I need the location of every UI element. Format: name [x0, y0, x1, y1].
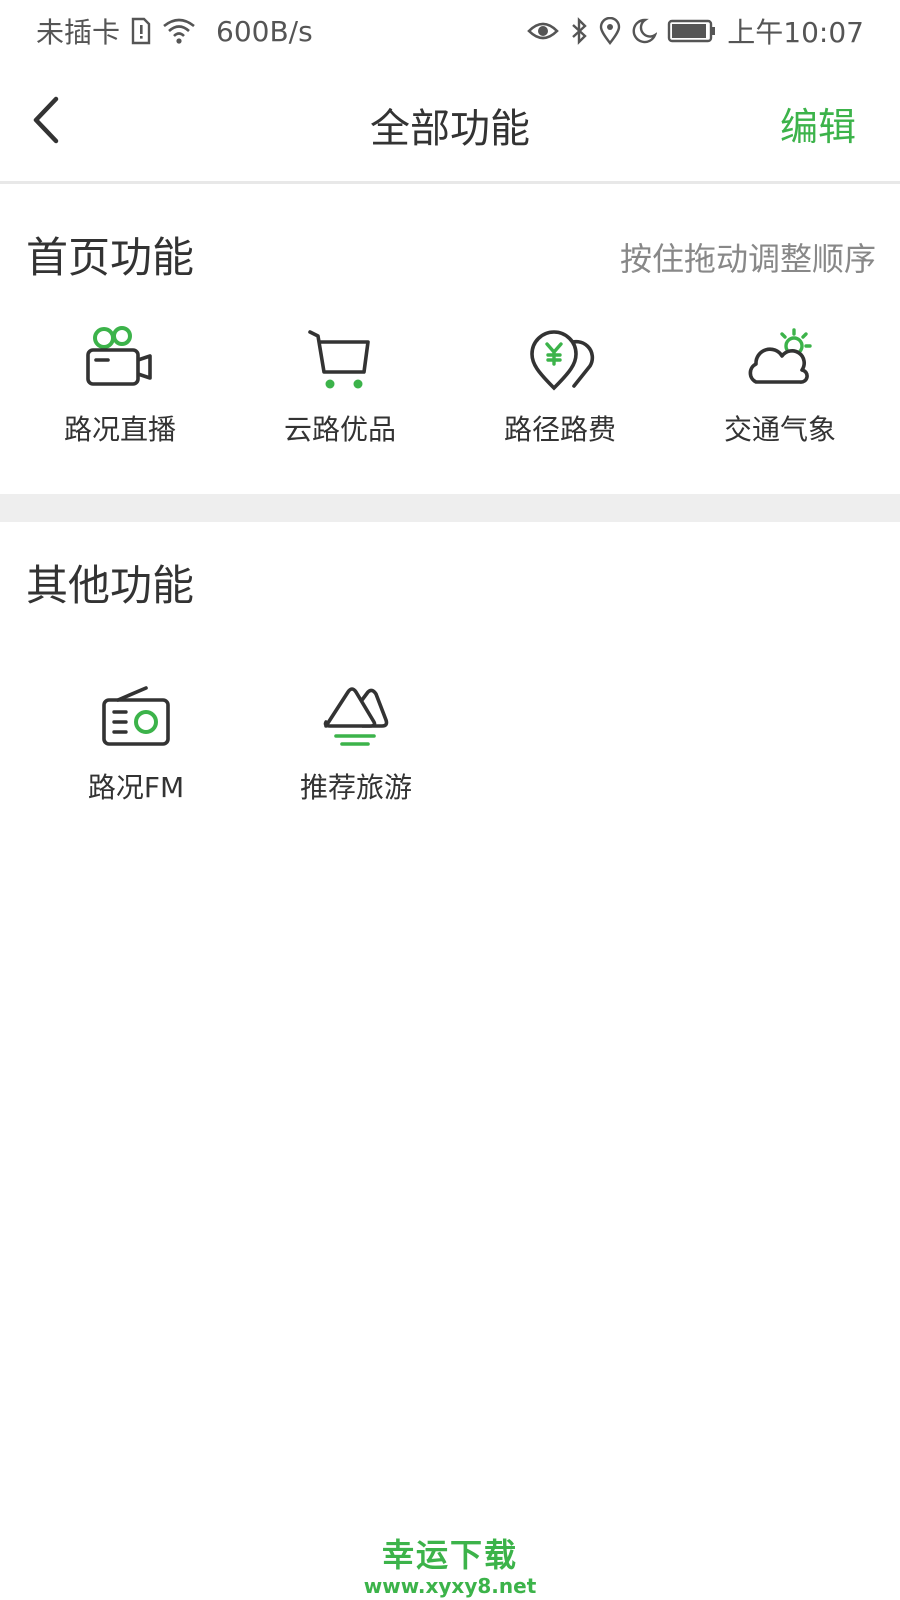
- toll-pin-icon: [520, 322, 600, 394]
- other-section-title: 其他功能: [26, 561, 195, 610]
- other-section-header: 其他功能: [0, 538, 900, 618]
- function-label: 交通气象: [723, 413, 836, 446]
- status-right: 上午10:07: [527, 11, 864, 51]
- home-section-header: 首页功能 按住拖动调整顺序: [0, 210, 900, 290]
- status-bar: 未插卡 600B/s 上午10:07: [0, 0, 900, 62]
- radio-icon: [96, 680, 176, 752]
- function-tile-travel[interactable]: 推荐旅游: [246, 680, 466, 820]
- status-left: 未插卡 600B/s: [36, 11, 313, 51]
- weather-icon: [740, 322, 820, 394]
- wifi-icon: [162, 17, 196, 45]
- function-tile-shop[interactable]: 云路优品: [230, 322, 450, 462]
- function-tile-traffic-fm[interactable]: 路况FM: [26, 680, 246, 820]
- function-label: 推荐旅游: [299, 771, 412, 804]
- battery-icon: [667, 18, 717, 44]
- network-speed: 600B/s: [216, 14, 313, 48]
- watermark-name: 幸运下载: [381, 1536, 518, 1574]
- camera-icon: [80, 322, 160, 394]
- function-tile-live-traffic[interactable]: 路况直播: [10, 322, 230, 462]
- page-title: 全部功能: [370, 106, 530, 152]
- sim-alert-icon: [130, 17, 152, 45]
- function-label: 路况FM: [87, 771, 185, 804]
- drag-hint: 按住拖动调整顺序: [619, 240, 876, 278]
- function-label: 路况直播: [63, 413, 176, 446]
- location-icon: [599, 17, 621, 45]
- bluetooth-icon: [569, 17, 589, 45]
- watermark: 幸运下载 www.xyxy8.net: [0, 1530, 900, 1598]
- clock-time: 上午10:07: [727, 16, 864, 49]
- home-section-title: 首页功能: [26, 233, 195, 282]
- function-label: 路径路费: [503, 413, 616, 446]
- edit-button[interactable]: 编辑: [780, 96, 856, 151]
- function-tile-route-toll[interactable]: 路径路费: [450, 322, 670, 462]
- moon-icon: [631, 17, 658, 45]
- watermark-url: www.xyxy8.net: [363, 1574, 537, 1598]
- home-function-grid: 路况直播 云路优品 路径路费 交通气象: [10, 322, 900, 462]
- section-divider: [0, 494, 900, 522]
- nav-bar: 全部功能 编辑: [0, 62, 900, 184]
- carrier-text: 未插卡: [36, 16, 121, 49]
- other-function-grid: 路况FM 推荐旅游: [26, 680, 900, 820]
- eye-icon: [527, 19, 560, 43]
- mountain-icon: [316, 680, 396, 752]
- function-tile-traffic-weather[interactable]: 交通气象: [670, 322, 890, 462]
- cart-icon: [300, 322, 380, 394]
- function-label: 云路优品: [283, 413, 396, 446]
